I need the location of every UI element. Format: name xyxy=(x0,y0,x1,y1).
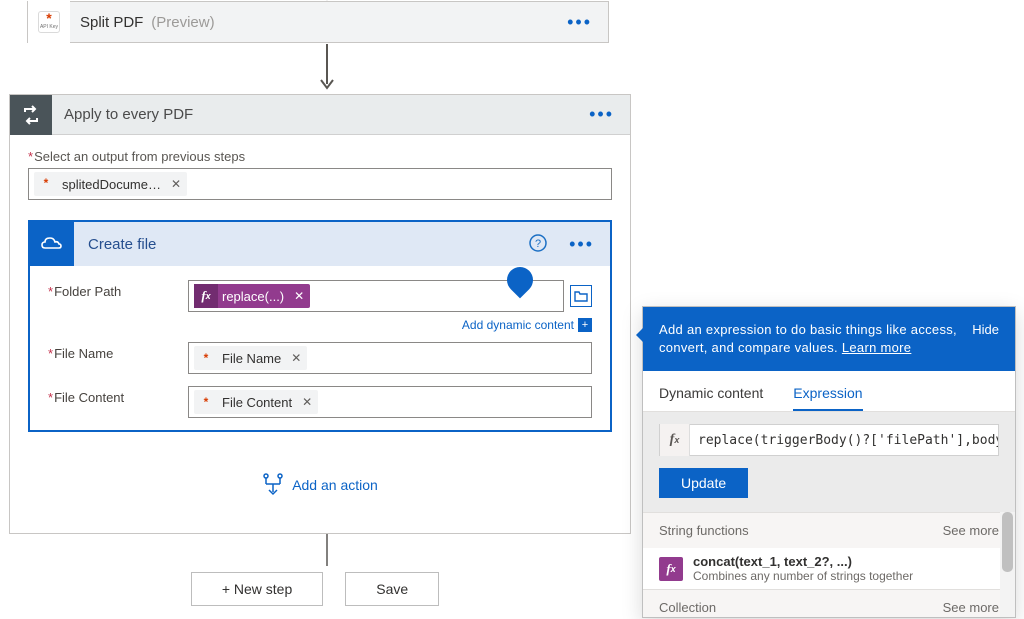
fx-icon: fx xyxy=(659,557,683,581)
update-button[interactable]: Update xyxy=(659,468,748,498)
insert-step-icon xyxy=(262,472,284,498)
create-file-header[interactable]: Create file ? ••• xyxy=(30,222,610,266)
create-file-menu-button[interactable]: ••• xyxy=(553,234,610,255)
tab-expression[interactable]: Expression xyxy=(793,377,862,411)
token-expression[interactable]: fx replace(...) ✕ xyxy=(194,284,310,308)
popup-intro: Add an expression to do basic things lik… xyxy=(659,321,960,357)
token-splited-documents[interactable]: * splitedDocume… ✕ xyxy=(34,172,187,196)
see-more-link[interactable]: See more xyxy=(943,523,999,538)
active-field-indicator-icon xyxy=(502,262,539,299)
hide-popup-button[interactable]: Hide xyxy=(972,321,999,339)
loop-icon xyxy=(10,95,52,135)
add-dynamic-content-link[interactable]: Add dynamic content+ xyxy=(48,316,592,332)
foreach-menu-button[interactable]: ••• xyxy=(573,104,630,125)
remove-token-button[interactable]: ✕ xyxy=(285,351,307,365)
expression-input[interactable]: fx replace(triggerBody()?['filePath'],bo… xyxy=(659,424,999,456)
token-file-content[interactable]: * File Content ✕ xyxy=(194,390,318,414)
tab-dynamic-content[interactable]: Dynamic content xyxy=(659,377,763,411)
foreach-header[interactable]: Apply to every PDF ••• xyxy=(10,95,630,135)
function-concat[interactable]: fx concat(text_1, text_2?, ...) Combines… xyxy=(643,548,1015,589)
foreach-container: Apply to every PDF ••• *Select an output… xyxy=(9,94,631,534)
action-menu-button[interactable]: ••• xyxy=(551,12,608,33)
add-action-link[interactable]: Add an action xyxy=(28,472,612,498)
group-string-functions[interactable]: String functions See more xyxy=(643,512,1015,548)
api-key-icon: * xyxy=(196,392,216,412)
output-selector-input[interactable]: * splitedDocume… ✕ xyxy=(28,168,612,200)
fx-icon: fx xyxy=(194,284,218,308)
flow-arrow-icon xyxy=(315,44,339,92)
fx-icon: fx xyxy=(660,424,690,456)
plus-icon: + xyxy=(578,318,592,332)
see-more-link[interactable]: See more xyxy=(943,600,999,615)
scrollbar[interactable] xyxy=(1000,512,1015,617)
folder-path-input[interactable]: fx replace(...) ✕ xyxy=(188,280,564,312)
create-file-title: Create file xyxy=(74,236,523,253)
file-content-label: *File Content xyxy=(48,386,188,405)
expression-popup: Add an expression to do basic things lik… xyxy=(642,306,1016,618)
folder-path-label: *Folder Path xyxy=(48,280,188,299)
file-content-input[interactable]: * File Content ✕ xyxy=(188,386,592,418)
group-collection[interactable]: Collection See more xyxy=(643,589,1015,617)
remove-token-button[interactable]: ✕ xyxy=(165,177,187,191)
folder-picker-button[interactable] xyxy=(570,285,592,307)
split-pdf-action[interactable]: *API Key Split PDF (Preview) ••• xyxy=(27,1,609,43)
onedrive-icon xyxy=(30,222,74,266)
file-name-label: *File Name xyxy=(48,342,188,361)
callout-arrow-icon xyxy=(636,327,644,343)
remove-token-button[interactable]: ✕ xyxy=(296,395,318,409)
flow-arrow-icon xyxy=(315,534,339,574)
action-title: Split PDF (Preview) xyxy=(70,14,551,31)
popup-tabs: Dynamic content Expression xyxy=(643,371,1015,412)
output-selector-label: *Select an output from previous steps xyxy=(28,149,612,164)
save-button[interactable]: Save xyxy=(345,572,439,606)
scrollbar-thumb[interactable] xyxy=(1002,512,1013,572)
svg-text:?: ? xyxy=(535,238,541,250)
api-key-icon: * xyxy=(36,174,56,194)
help-button[interactable]: ? xyxy=(523,234,553,255)
foreach-title: Apply to every PDF xyxy=(52,106,573,123)
create-file-action: Create file ? ••• *Folder Path fx re xyxy=(28,220,612,432)
api-key-icon: * xyxy=(196,348,216,368)
token-file-name[interactable]: * File Name ✕ xyxy=(194,346,307,370)
api-key-icon: *API Key xyxy=(38,11,60,33)
learn-more-link[interactable]: Learn more xyxy=(842,340,911,355)
remove-token-button[interactable]: ✕ xyxy=(288,289,310,303)
new-step-button[interactable]: + New step xyxy=(191,572,323,606)
file-name-input[interactable]: * File Name ✕ xyxy=(188,342,592,374)
expression-text[interactable]: replace(triggerBody()?['filePath'],body(… xyxy=(690,433,998,448)
